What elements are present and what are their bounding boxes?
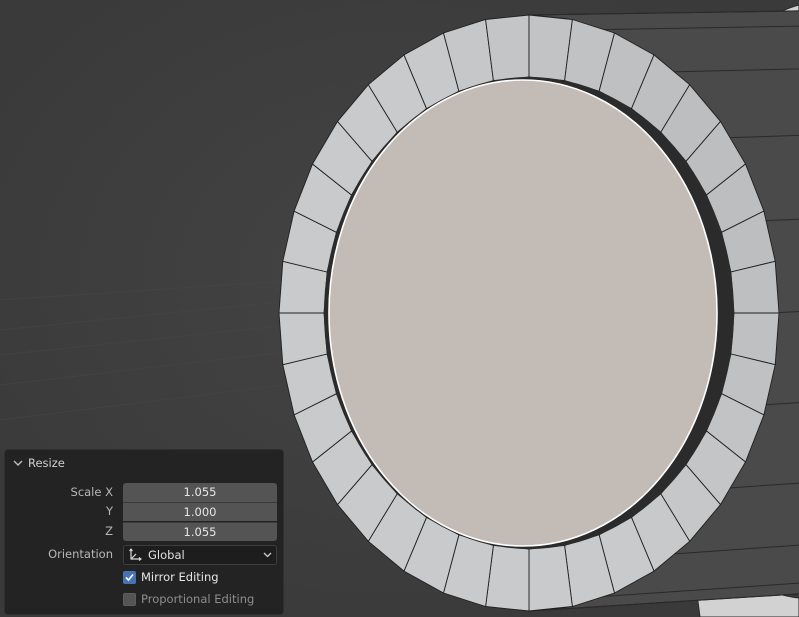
panel-header[interactable]: Resize [11,455,65,471]
operator-panel-resize: Resize Scale X 1.055 Y 1.000 Z 1.055 Ori… [4,449,284,615]
mirror-editing-toggle[interactable]: Mirror Editing [123,568,219,586]
cap-face [328,79,718,547]
orientation-label: Orientation [48,547,113,561]
selected-cap-face [324,77,734,549]
chevron-down-icon [13,460,23,466]
scale-z-field[interactable]: 1.055 [123,522,277,541]
orientation-value: Global [148,548,185,562]
orientation-row: Orientation Global [5,545,283,565]
mirror-editing-checkbox[interactable] [123,570,136,584]
scale-y-label: Y [105,504,113,518]
scale-x-label: Scale X [70,485,113,499]
scale-z-label: Z [105,524,113,538]
orientation-dropdown[interactable]: Global [123,545,277,565]
proportional-editing-checkbox[interactable] [123,592,136,606]
rim-face [485,14,530,82]
chevron-down-icon [263,552,272,558]
checkmark-icon [125,573,134,581]
scale-y-row: Y 1.000 [5,502,283,521]
panel-title: Resize [28,456,65,470]
proportional-editing-label: Proportional Editing [141,592,255,606]
rim-face [528,544,573,612]
scale-z-row: Z 1.055 [5,522,283,541]
proportional-editing-toggle[interactable]: Proportional Editing [123,590,254,608]
scale-x-row: Scale X 1.055 [5,483,283,502]
transform-axes-icon [129,548,142,561]
mirror-editing-label: Mirror Editing [141,570,219,584]
scale-y-field[interactable]: 1.000 [123,502,277,521]
scale-x-field[interactable]: 1.055 [123,483,277,502]
